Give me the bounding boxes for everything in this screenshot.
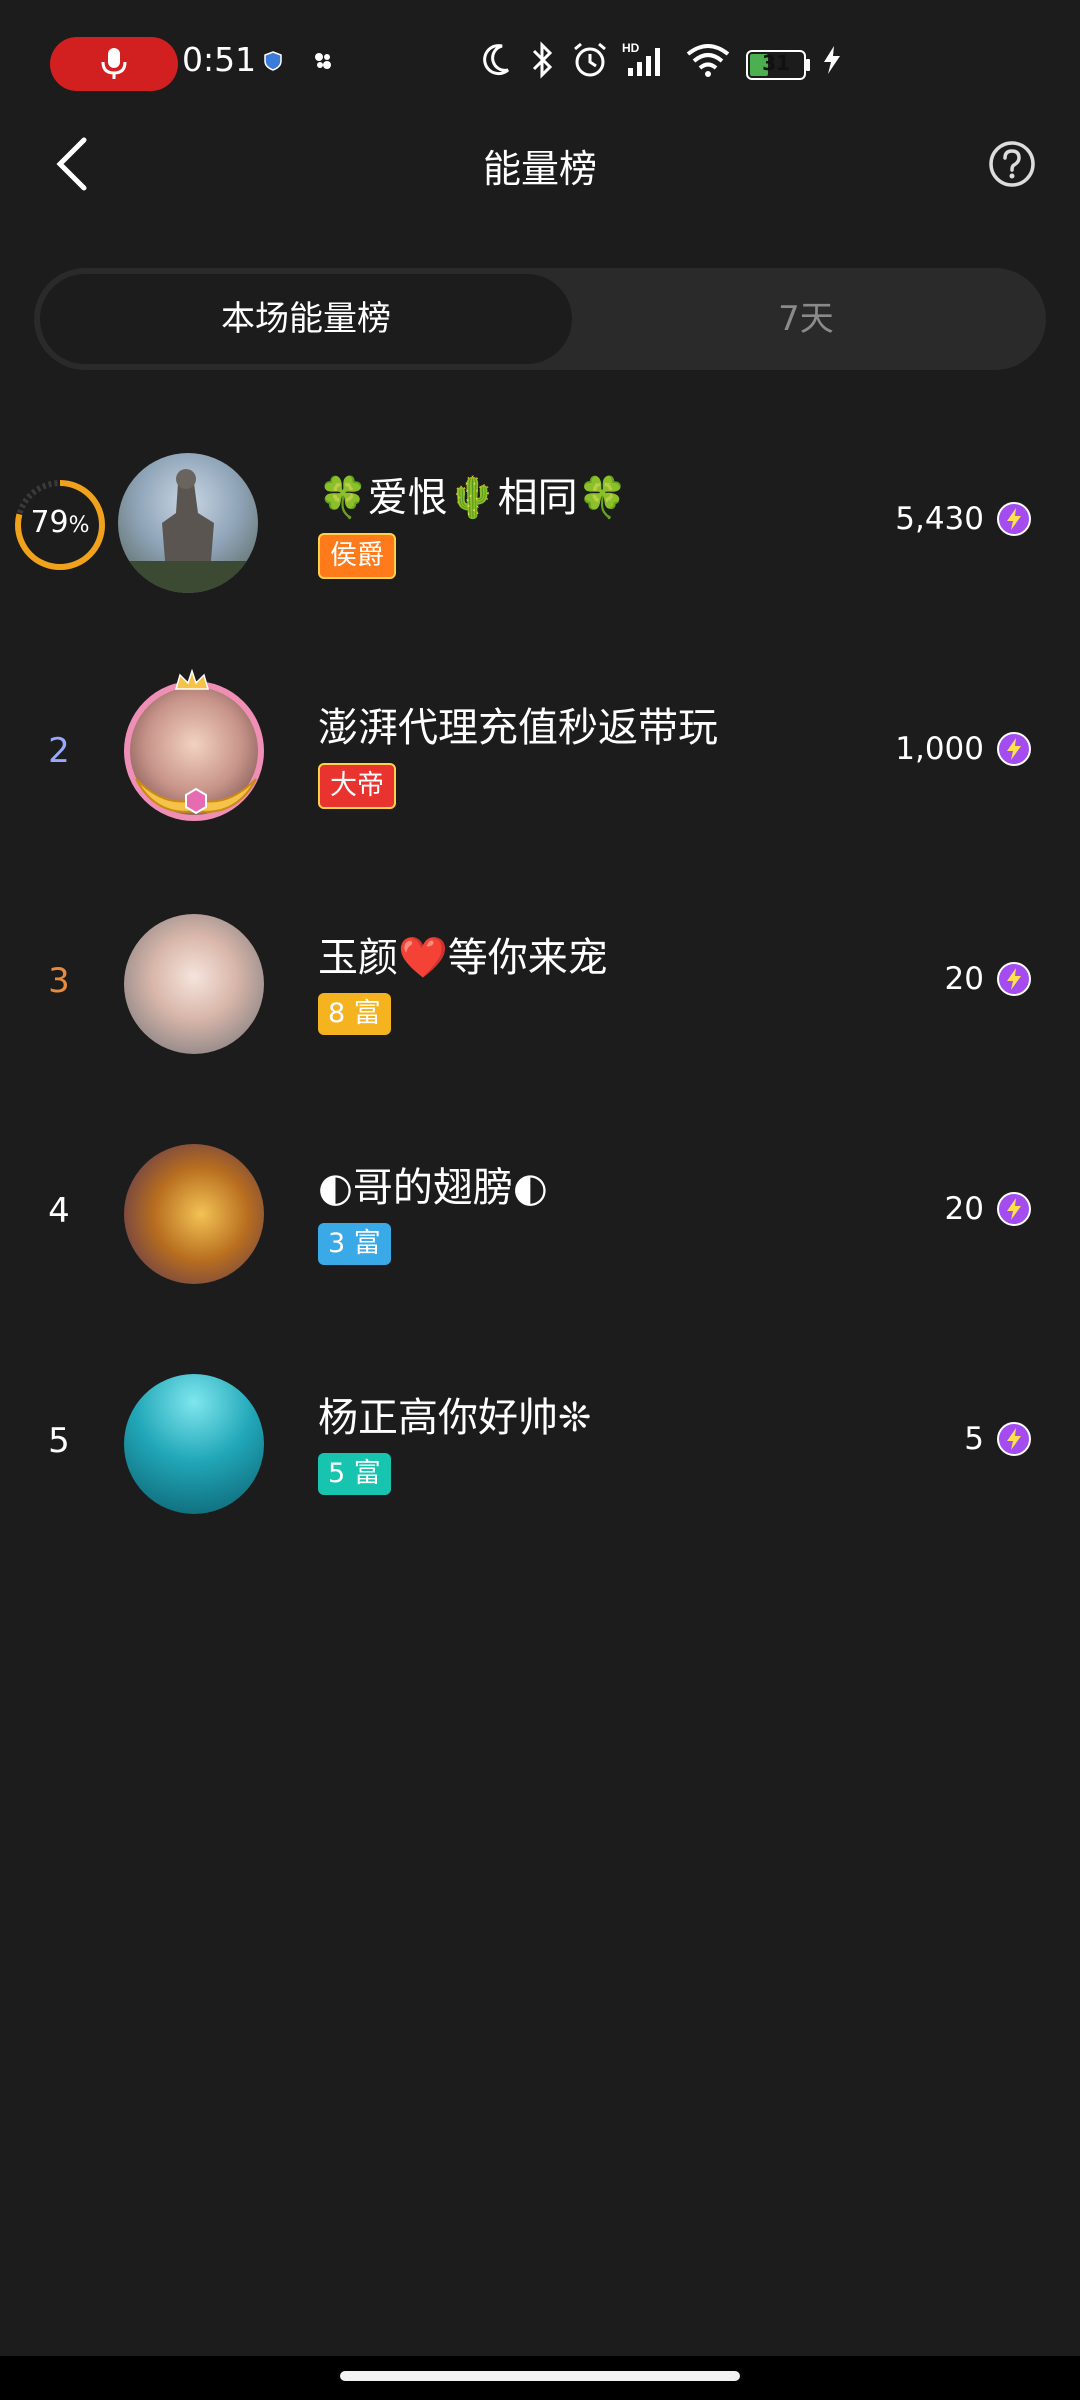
energy-score: 5 [964,1421,1032,1457]
list-item[interactable]: 79% 🍀爱恨🌵相同🍀 侯爵 5,430 [0,421,1080,621]
pinwheel-notification-icon [315,53,331,69]
rank-number: 4 [48,1191,70,1231]
rank-number: 3 [48,961,70,1001]
energy-value: 20 [944,961,984,997]
moon-icon [483,44,510,76]
energy-value: 5,430 [895,501,984,537]
battery-icon: 31 [746,50,810,80]
energy-bolt-icon [997,502,1031,536]
energy-bolt-icon [997,1192,1031,1226]
tab-current-session[interactable]: 本场能量榜 [40,274,572,364]
svg-text:HD: HD [622,41,640,55]
avatar[interactable] [118,453,258,593]
shield-notification-icon [264,51,282,71]
progress-ring: 79% [12,477,108,573]
energy-score: 1,000 [895,731,1032,767]
alarm-icon [574,42,606,77]
status-time: 0:51 [182,40,257,79]
energy-score: 5,430 [895,501,1032,537]
mic-recording-indicator[interactable] [50,37,178,91]
avatar[interactable] [124,1144,264,1284]
battery-level: 31 [762,51,790,75]
user-name: 澎湃代理充值秒返带玩 [318,705,718,751]
rank-badge: 5 富 [318,1453,391,1495]
help-button[interactable] [988,140,1036,188]
energy-bolt-icon [997,732,1031,766]
avatar-frame-wings-icon [135,778,257,815]
home-indicator[interactable] [340,2371,740,2381]
energy-value: 5 [964,1421,984,1457]
rank-badge: 8 富 [318,993,391,1035]
energy-value: 1,000 [895,731,984,767]
energy-score: 20 [945,1191,1032,1227]
page-title: 能量榜 [482,147,597,191]
avatar[interactable] [124,914,264,1054]
list-item[interactable]: 2 澎湃代理充值秒返带玩 大帝 1,000 [0,651,1080,851]
user-name: 玉颜❤️等你来宠 [318,935,608,981]
energy-bolt-icon [997,1422,1031,1456]
rank-number: 2 [48,731,70,771]
progress-value: 79 [30,505,69,540]
avatar[interactable] [124,1374,264,1514]
question-circle-icon [989,141,1035,187]
crown-icon [175,669,209,690]
list-item[interactable]: 5 杨正高你好帅❊ 5 富 5 [0,1341,1080,1541]
rank-badge: 3 富 [318,1223,391,1265]
user-name: 杨正高你好帅❊ [318,1395,592,1441]
mic-icon [101,48,127,79]
ranking-tabs: 本场能量榜 7天 [34,268,1046,370]
tab-7-days[interactable]: 7天 [572,274,1040,364]
charging-icon [824,46,840,74]
user-name: ◐哥的翅膀◐ [318,1165,548,1211]
energy-bolt-icon [997,962,1031,996]
wifi-icon [686,44,730,77]
user-name: 🍀爱恨🌵相同🍀 [318,475,628,521]
status-bar: 0:51 HD 31 [0,0,1080,130]
rank-badge: 侯爵 [318,533,396,579]
rank-number: 5 [48,1421,70,1461]
progress-unit: % [68,513,90,538]
rank-badge: 大帝 [318,763,396,809]
bluetooth-icon [532,41,553,79]
list-item[interactable]: 3 玉颜❤️等你来宠 8 富 20 [0,881,1080,1081]
energy-value: 20 [944,1191,984,1227]
list-item[interactable]: 4 ◐哥的翅膀◐ 3 富 20 [0,1111,1080,1311]
hd-signal-icon: HD [622,41,660,76]
energy-score: 20 [945,961,1032,997]
